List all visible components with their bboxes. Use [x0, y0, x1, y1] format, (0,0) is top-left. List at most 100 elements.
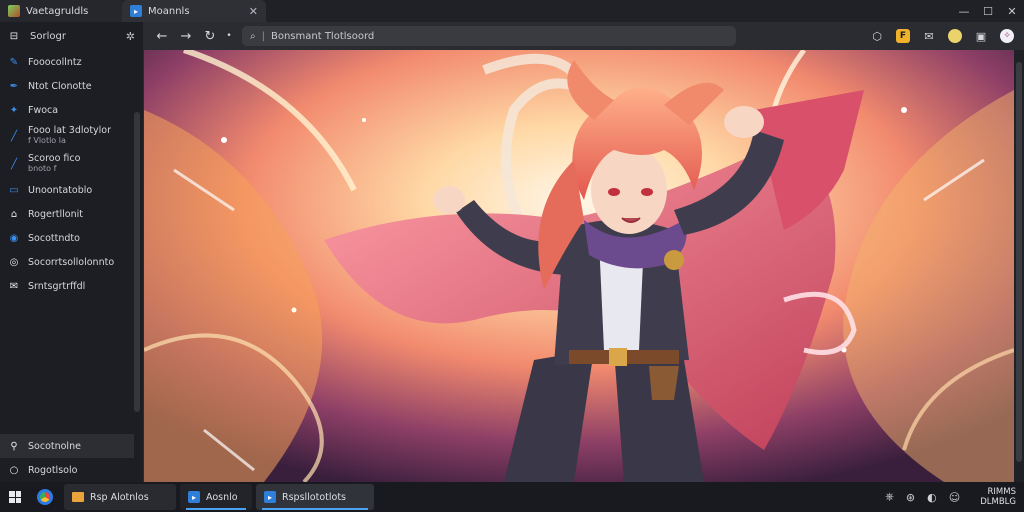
mail-icon: ✉ [9, 280, 19, 292]
monitor-icon: ▭ [9, 184, 19, 196]
profile-avatar[interactable]: ✧ [996, 25, 1018, 47]
sidebar-item-text: Fooo lat 3dlotylor f Vlotlo la [28, 126, 111, 146]
volume-icon[interactable]: ◐ [927, 491, 937, 504]
store-icon: ▸ [130, 5, 142, 17]
clock[interactable]: RIMMS DLMBLG [980, 487, 1016, 507]
home-icon: ⌂ [10, 208, 18, 220]
extension-f-button[interactable]: F [892, 25, 914, 47]
sidebar-item-label: Fooocollntz [28, 56, 82, 68]
address-separator: | [261, 30, 265, 42]
sidebar-item-label: Fwoca [28, 104, 59, 116]
reload-button[interactable]: ↻ [198, 25, 222, 47]
pencil-icon: ╱ [10, 158, 18, 170]
browser-icon [37, 489, 53, 505]
sidebar-menu-icon[interactable]: ⊟ [8, 30, 20, 42]
clock-time: RIMMS [987, 487, 1016, 497]
dropdown-dot-icon[interactable]: • [222, 25, 236, 47]
store-icon: ▸ [264, 491, 276, 503]
sidebar-item[interactable]: ⌂ Rogertllonit [0, 202, 143, 226]
tab-title: Vaetagruldls [26, 5, 89, 17]
sidebar-item-label: Rogotlsolo [28, 464, 78, 476]
maximize-button[interactable]: ☐ [976, 0, 1000, 22]
record-icon: ◎ [9, 256, 19, 268]
taskbar-app-window[interactable]: ▸ Rspsllototlots [256, 484, 374, 510]
network-icon[interactable]: ⎈ [885, 490, 894, 504]
sidebar-item-label: Socorrtsollolonnto [28, 256, 115, 268]
pencil-icon: ╱ [10, 130, 18, 142]
content-scrollbar[interactable] [1014, 50, 1024, 482]
system-tray: ⎈ ⊛ ◐ ☺ RIMMS DLMBLG [885, 482, 1016, 512]
forward-button[interactable]: → [174, 25, 198, 47]
sidebar-item[interactable]: ✉ Srntsgrtrffdl [0, 274, 143, 298]
shield-icon[interactable]: ⊛ [906, 491, 915, 504]
sidebar-item-label: Srntsgrtrffdl [28, 280, 86, 292]
sidebar-item[interactable]: ╱ Scoroo fico bnoto f [0, 150, 143, 178]
taskbar-app-store[interactable]: ▸ Aosnlo [180, 484, 252, 510]
start-button[interactable] [0, 482, 30, 512]
sidebar-item[interactable]: ◎ Socorrtsollolonnto [0, 250, 143, 274]
taskbar-browser[interactable] [30, 482, 60, 512]
cube-icon[interactable]: ⬡ [866, 25, 888, 47]
sidebar-item-label: Unoontatoblo [28, 184, 93, 196]
clock-date: DLMBLG [980, 497, 1016, 507]
taskbar-app-explorer[interactable]: Rsp Alotnlos [64, 484, 176, 510]
sidebar-item-search[interactable]: ⚲ Socotnolne [0, 434, 134, 458]
address-bar[interactable]: ⌕ | Bonsmant Tlotlsoord [242, 26, 736, 46]
folder-icon [72, 492, 84, 502]
window-controls: — ☐ ✕ [952, 0, 1024, 22]
sidebar-header: ⊟ Sorlogr ✲ [0, 22, 143, 50]
tab-active[interactable]: ▸ Moannls ✕ [122, 0, 266, 22]
sidebar-title: Sorlogr [30, 30, 66, 42]
sidebar-item-label: Rogertllonit [28, 208, 83, 220]
app-icon [8, 5, 20, 17]
sidebar-footer: ⚲ Socotnolne ○ Rogotlsolo [0, 434, 134, 482]
sidebar-item[interactable]: ✎ Fooocollntz [0, 50, 143, 74]
anime-illustration [144, 50, 1014, 482]
screen-icon[interactable]: ▣ [970, 25, 992, 47]
sidebar-item-sub: bnoto f [28, 164, 57, 173]
sidebar-item-label: Scoroo fico [28, 153, 81, 164]
tab-close-icon[interactable]: ✕ [249, 5, 258, 18]
sidebar-item[interactable]: ◉ Socottndto [0, 226, 143, 250]
sidebar-item[interactable]: ╱ Fooo lat 3dlotylor f Vlotlo la [0, 122, 143, 150]
browser-toolbar: ← → ↻ • ⌕ | Bonsmant Tlotlsoord ⬡ F ✉ ▣ … [144, 22, 1024, 50]
message-icon[interactable]: ✉ [918, 25, 940, 47]
sidebar-scrollbar[interactable] [134, 112, 140, 412]
sidebar-item[interactable]: ▭ Unoontatoblo [0, 178, 143, 202]
back-button[interactable]: ← [150, 25, 174, 47]
sidebar-item[interactable]: ✒ Ntot Clonotte [0, 74, 143, 98]
scrollbar-thumb[interactable] [1016, 62, 1022, 462]
close-window-button[interactable]: ✕ [1000, 0, 1024, 22]
sidebar-item-label: Socotnolne [28, 440, 81, 452]
globe-icon: ◉ [9, 232, 19, 244]
taskbar-app-label: Rsp Alotnlos [90, 491, 149, 503]
tab-first[interactable]: Vaetagruldls [0, 0, 122, 22]
taskbar: Rsp Alotnlos ▸ Aosnlo ▸ Rspsllototlots ⎈… [0, 482, 1024, 512]
sidebar: ⊟ Sorlogr ✲ ✎ Fooocollntz ✒ Ntot Clonott… [0, 22, 144, 482]
sidebar-item-label: Socottndto [28, 232, 80, 244]
search-icon: ⌕ [250, 30, 256, 42]
store-icon: ▸ [188, 491, 200, 503]
puzzle-icon: ✦ [9, 104, 19, 116]
sidebar-item-label: Ntot Clonotte [28, 80, 92, 92]
sidebar-item-profile[interactable]: ○ Rogotlsolo [0, 458, 134, 482]
artwork-image [144, 50, 1014, 482]
sidebar-item-text: Scoroo fico bnoto f [28, 154, 80, 174]
emoji-icon[interactable]: ☺ [949, 491, 960, 504]
circle-icon: ○ [9, 464, 19, 476]
extensions-area: ⬡ F ✉ ▣ ✧ [866, 25, 1018, 47]
avatar-icon[interactable] [944, 25, 966, 47]
sidebar-item-label: Fooo lat 3dlotylor [28, 125, 112, 136]
extension-badge: F [896, 29, 910, 43]
minimize-button[interactable]: — [952, 0, 976, 22]
taskbar-app-label: Aosnlo [206, 491, 238, 503]
taskbar-app-label: Rspsllototlots [282, 491, 347, 503]
sidebar-item[interactable]: ✦ Fwoca [0, 98, 143, 122]
pen-icon: ✒ [9, 80, 19, 92]
title-bar: Vaetagruldls ▸ Moannls ✕ — ☐ ✕ [0, 0, 1024, 22]
windows-icon [9, 491, 21, 503]
pin-icon[interactable]: ✲ [126, 30, 135, 43]
magnifier-icon: ⚲ [10, 440, 18, 452]
tab-title: Moannls [148, 5, 190, 17]
address-text: Bonsmant Tlotlsoord [270, 30, 375, 42]
